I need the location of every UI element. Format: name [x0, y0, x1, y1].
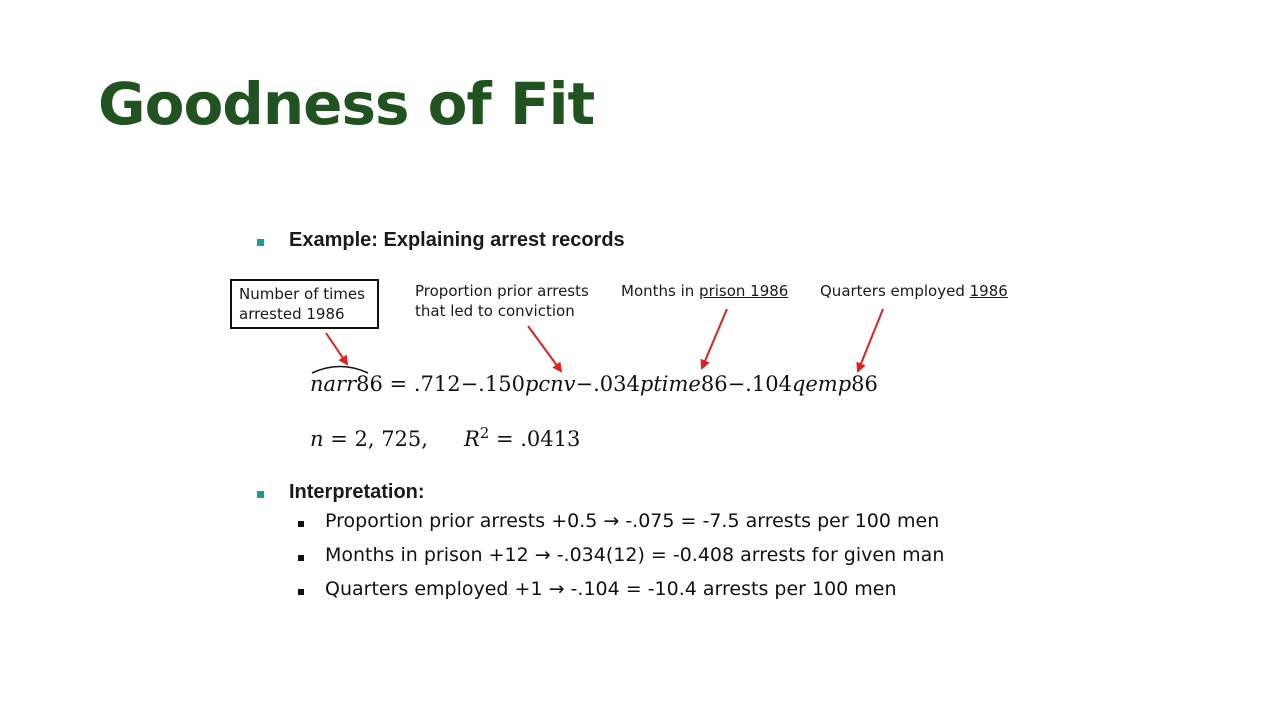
interpretation-item: Proportion prior arrests +0.5 → -.075 = … [325, 510, 940, 532]
stat-r-value: = .0413 [489, 427, 581, 451]
equation-term3-coef: −.104 [727, 372, 792, 396]
equation-lhs-var: narr [310, 372, 357, 396]
equation-term1-coef: −.150 [460, 372, 525, 396]
equation-term2-var: ptime [639, 372, 701, 396]
stat-n-var: n [310, 427, 324, 451]
sub-bullet-marker [298, 521, 304, 527]
regression-equation: narr86 = .712−.150pcnv−.034ptime86−.104q… [310, 365, 878, 396]
regression-stats: n = 2, 725, R2 = .0413 [310, 424, 580, 451]
equation-intercept: .712 [413, 372, 461, 396]
equation-term2-num: 86 [700, 372, 728, 396]
sub-bullet-marker [298, 589, 304, 595]
equation-term2-coef: −.034 [575, 372, 640, 396]
equation-lhs: narr [310, 365, 369, 396]
equation-term1-var: pcnv [524, 372, 576, 396]
stat-n-value: = 2, 725, [323, 427, 428, 451]
interpretation-item: Months in prison +12 → -.034(12) = -0.40… [325, 544, 945, 566]
equation-term3-num: 86 [851, 372, 878, 396]
arrow-qemp [856, 308, 884, 373]
arrow-pcnv [527, 325, 563, 373]
annotation-arrows [325, 308, 884, 373]
equation-lhs-num: 86 [356, 372, 383, 396]
stat-r-exponent: 2 [479, 424, 490, 442]
equation-term3-var: qemp [791, 372, 852, 396]
interpretation-heading: Interpretation: [289, 481, 425, 503]
interpretation-item: Quarters employed +1 → -.104 = -10.4 arr… [325, 578, 897, 600]
sub-bullet-marker [298, 555, 304, 561]
bullet-marker [257, 491, 264, 498]
equation-eq-sign: = [382, 372, 414, 396]
stat-r-var: R [463, 427, 480, 451]
arrow-narr [325, 332, 349, 366]
arrow-ptime [700, 308, 728, 370]
hat-accent [311, 365, 369, 374]
